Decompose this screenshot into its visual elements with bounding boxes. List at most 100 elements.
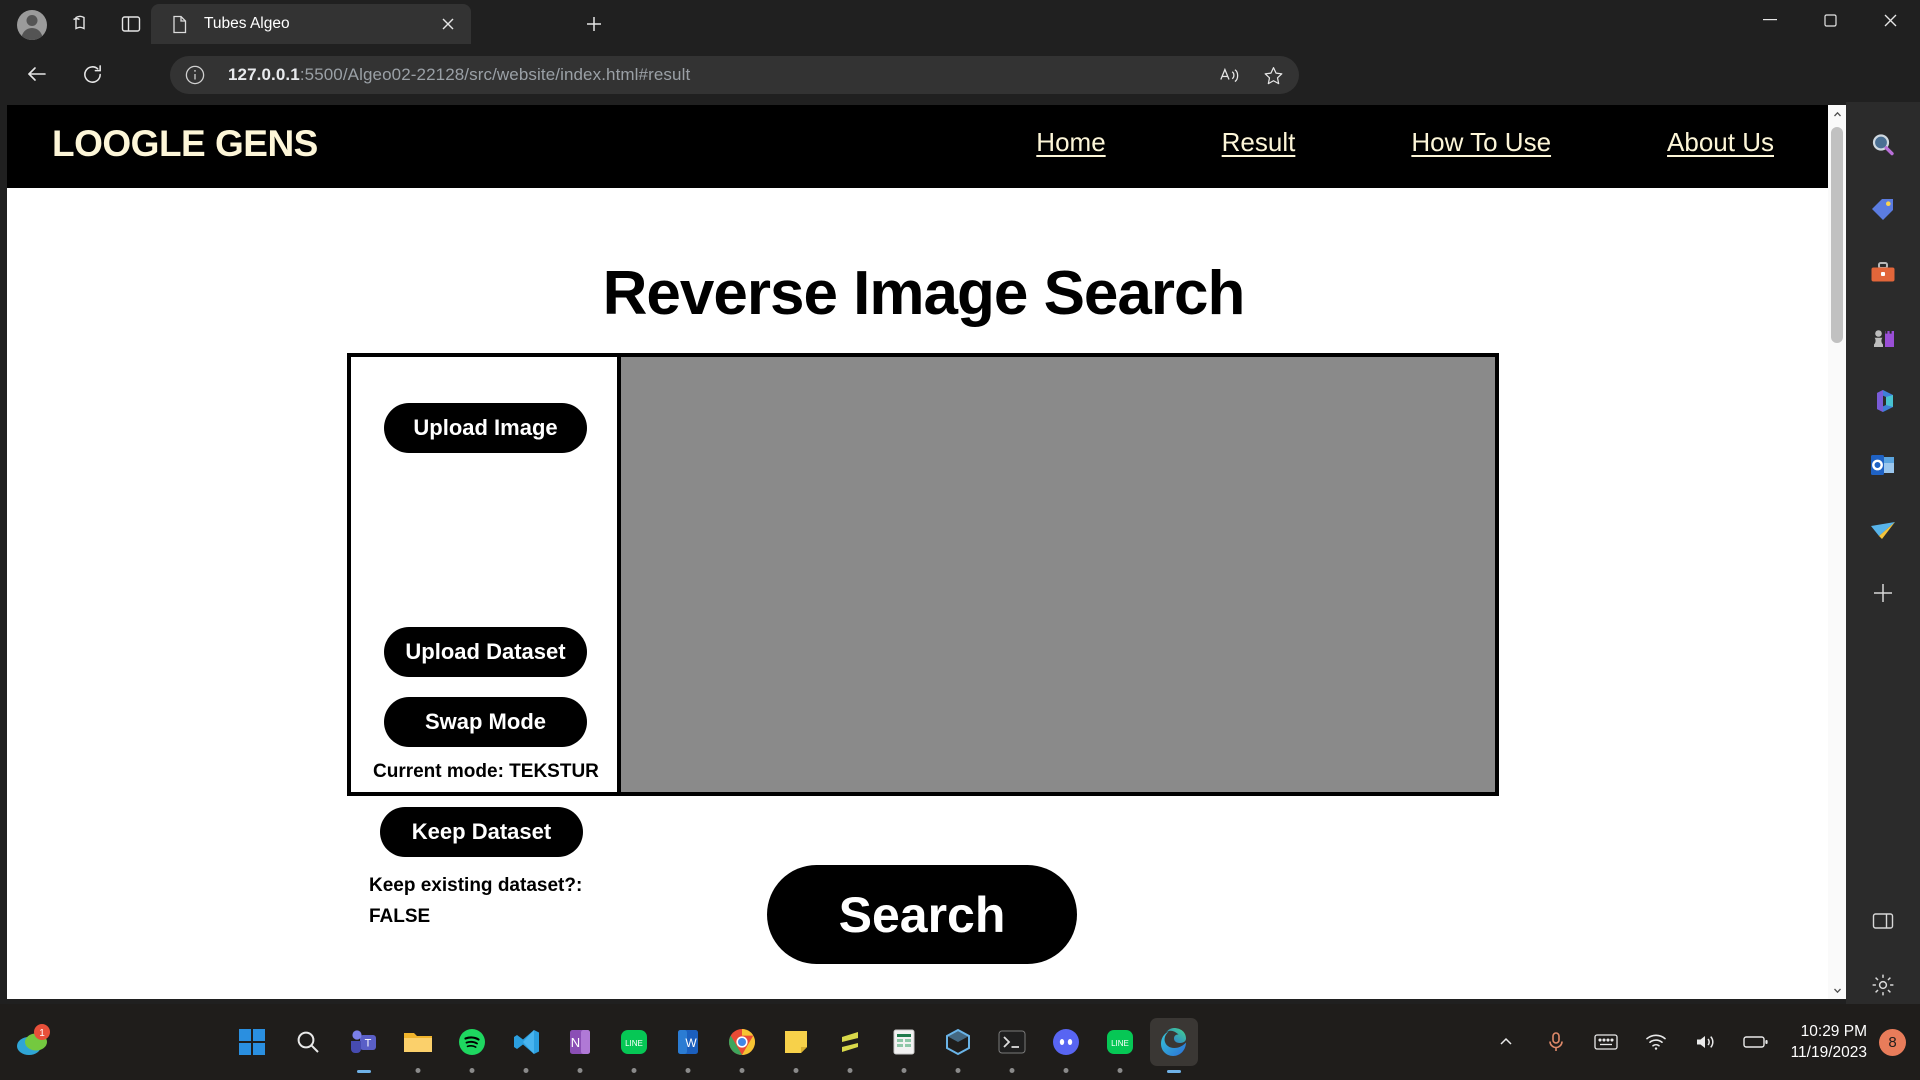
split-pane-icon[interactable]	[112, 6, 150, 42]
page-content: LOOGLE GENS Home Result How To Use About…	[7, 105, 1840, 329]
taskbar-start-button[interactable]	[228, 1018, 276, 1066]
window-maximize-button[interactable]	[1800, 0, 1860, 40]
window-close-button[interactable]	[1860, 0, 1920, 40]
taskbar-active-indicator	[524, 1068, 529, 1073]
taskbar-3d-viewer-icon[interactable]	[934, 1018, 982, 1066]
taskbar-line-2-icon[interactable]: LINE	[1096, 1018, 1144, 1066]
shopping-tag-icon[interactable]	[1859, 185, 1907, 233]
taskbar-edge-icon[interactable]	[1150, 1018, 1198, 1066]
taskbar-active-indicator	[578, 1068, 583, 1073]
svg-text:LINE: LINE	[625, 1039, 643, 1048]
document-icon	[171, 15, 188, 34]
taskbar-active-indicator	[1118, 1068, 1123, 1073]
page-scrollbar[interactable]	[1828, 105, 1846, 999]
taskbar-word-icon[interactable]: W	[664, 1018, 712, 1066]
taskbar-discord-icon[interactable]	[1042, 1018, 1090, 1066]
keep-dataset-value: FALSE	[369, 901, 582, 932]
taskbar-line-icon[interactable]: LINE	[610, 1018, 658, 1066]
upload-image-button[interactable]: Upload Image	[384, 403, 587, 453]
taskbar-sticky-notes-icon[interactable]	[772, 1018, 820, 1066]
nav-link-result[interactable]: Result	[1222, 127, 1296, 158]
system-tray: 10:29 PM 11/19/2023 8	[1481, 1004, 1920, 1080]
taskbar-file-explorer-icon[interactable]	[394, 1018, 442, 1066]
taskbar-teams-icon[interactable]: T	[340, 1018, 388, 1066]
tab-collections-icon[interactable]	[62, 6, 100, 42]
clock-time: 10:29 PM	[1791, 1021, 1867, 1042]
taskbar-spotify-icon[interactable]	[448, 1018, 496, 1066]
tools-briefcase-icon[interactable]	[1859, 249, 1907, 297]
back-button[interactable]	[16, 53, 58, 95]
window-minimize-button[interactable]	[1740, 0, 1800, 40]
svg-text:LINE: LINE	[1111, 1039, 1129, 1048]
site-logo: LOOGLE GENS	[52, 123, 318, 165]
taskbar-active-indicator	[794, 1068, 799, 1073]
taskbar-active-indicator	[848, 1068, 853, 1073]
taskbar-clock[interactable]: 10:29 PM 11/19/2023	[1791, 1021, 1867, 1063]
scroll-up-arrow[interactable]	[1828, 105, 1846, 123]
address-bar[interactable]: 127.0.0.1:5500/Algeo02-22128/src/website…	[170, 56, 1299, 94]
taskbar-active-indicator	[1167, 1070, 1181, 1073]
taskbar-excel-icon[interactable]	[880, 1018, 928, 1066]
taskbar-active-indicator	[470, 1068, 475, 1073]
taskbar-active-indicator	[416, 1068, 421, 1073]
keep-dataset-button[interactable]: Keep Dataset	[380, 807, 583, 857]
battery-icon[interactable]	[1738, 1022, 1774, 1062]
outlook-icon[interactable]	[1859, 441, 1907, 489]
page-title: Reverse Image Search	[7, 258, 1840, 329]
taskbar-active-indicator	[1064, 1068, 1069, 1073]
taskbar-vscode-icon[interactable]	[502, 1018, 550, 1066]
reload-button[interactable]	[71, 53, 113, 95]
svg-text:1: 1	[39, 1028, 45, 1039]
tab-close-icon[interactable]	[437, 13, 459, 35]
url-path: :5500/Algeo02-22128/src/website/index.ht…	[300, 65, 690, 84]
site-navbar: LOOGLE GENS Home Result How To Use About…	[7, 105, 1840, 188]
keyboard-icon[interactable]	[1588, 1022, 1624, 1062]
url-host: 127.0.0.1	[228, 65, 300, 84]
search-icon[interactable]	[1859, 121, 1907, 169]
taskbar-chrome-icon[interactable]	[718, 1018, 766, 1066]
send-paper-plane-icon[interactable]	[1859, 505, 1907, 553]
panel-controls: Upload Image Upload Dataset Swap Mode Cu…	[351, 357, 621, 792]
taskbar-sublime-icon[interactable]	[826, 1018, 874, 1066]
keep-dataset-status: Keep existing dataset?: FALSE	[369, 870, 582, 932]
taskbar-search-icon[interactable]	[284, 1018, 332, 1066]
nav-link-how-to-use[interactable]: How To Use	[1411, 127, 1551, 158]
notification-badge[interactable]: 8	[1879, 1029, 1906, 1056]
upload-dataset-button[interactable]: Upload Dataset	[384, 627, 587, 677]
taskbar-active-indicator	[956, 1068, 961, 1073]
new-tab-button[interactable]	[578, 8, 610, 40]
taskbar-terminal-icon[interactable]	[988, 1018, 1036, 1066]
microsoft-365-icon[interactable]	[1859, 377, 1907, 425]
add-sidebar-app-icon[interactable]	[1859, 569, 1907, 617]
games-chess-icon[interactable]	[1859, 313, 1907, 361]
clock-date: 11/19/2023	[1791, 1042, 1867, 1063]
site-info-icon[interactable]	[184, 64, 206, 86]
site-nav-links: Home Result How To Use About Us	[920, 127, 1774, 158]
browser-tab[interactable]: Tubes Algeo	[151, 4, 471, 44]
volume-icon[interactable]	[1688, 1022, 1724, 1062]
microphone-icon[interactable]	[1538, 1022, 1574, 1062]
scrollbar-thumb[interactable]	[1831, 127, 1843, 343]
taskbar-active-indicator	[1010, 1068, 1015, 1073]
taskbar-onenote-icon[interactable]: N	[556, 1018, 604, 1066]
page-viewport: LOOGLE GENS Home Result How To Use About…	[7, 105, 1840, 999]
swap-mode-button[interactable]: Swap Mode	[384, 697, 587, 747]
nav-link-about-us[interactable]: About Us	[1667, 127, 1774, 158]
search-panel: Upload Image Upload Dataset Swap Mode Cu…	[347, 353, 1499, 796]
browser-toolbar: 127.0.0.1:5500/Algeo02-22128/src/website…	[0, 47, 1920, 102]
read-aloud-icon[interactable]	[1209, 59, 1249, 91]
browser-window: Tubes Algeo	[0, 0, 1920, 1004]
profile-avatar[interactable]	[12, 5, 52, 45]
tray-overflow-chevron-icon[interactable]	[1488, 1022, 1524, 1062]
favorite-star-icon[interactable]	[1253, 59, 1293, 91]
sidebar-toggle-icon[interactable]	[1859, 897, 1907, 945]
wifi-icon[interactable]	[1638, 1022, 1674, 1062]
scroll-down-arrow[interactable]	[1828, 981, 1846, 999]
taskbar-active-indicator	[686, 1068, 691, 1073]
nav-link-home[interactable]: Home	[1036, 127, 1105, 158]
search-button[interactable]: Search	[767, 865, 1077, 964]
keep-dataset-question: Keep existing dataset?:	[369, 870, 582, 901]
sidebar-settings-gear-icon[interactable]	[1859, 961, 1907, 1009]
edge-sidebar	[1846, 102, 1920, 1004]
taskbar-chat-icon[interactable]: 1	[8, 1018, 56, 1066]
